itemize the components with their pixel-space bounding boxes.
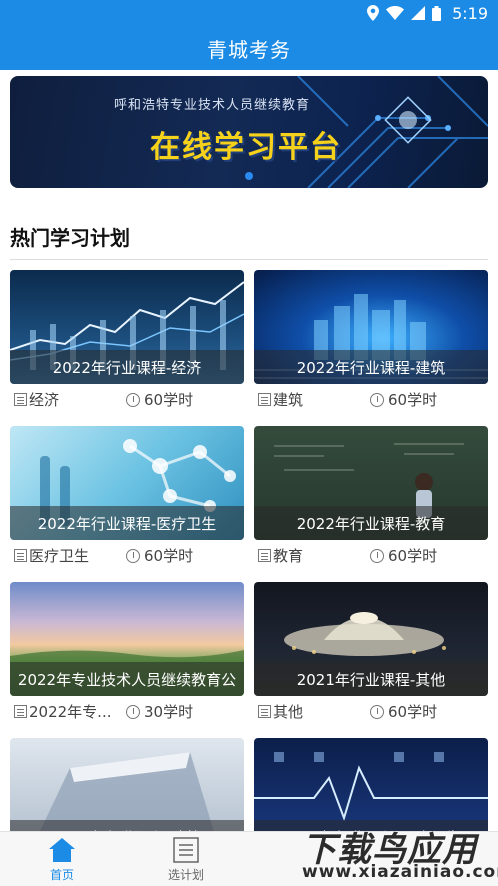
card-meta: 经济 60学时: [10, 389, 244, 411]
clock-icon: [126, 704, 140, 719]
app-bar: 青城考务: [0, 26, 498, 70]
card-category: 2022年专...: [29, 703, 112, 721]
card-title: 2022年行业课程-教育: [254, 506, 488, 540]
banner-title: 在线学习平台: [150, 130, 342, 165]
clock-icon: [126, 548, 140, 563]
list-icon: [258, 705, 271, 718]
card-category: 医疗卫生: [29, 547, 90, 565]
study-plan-card[interactable]: 2022年行业课程-建筑 建筑 60学时: [254, 270, 488, 415]
card-image: 2022年行业课程-教育: [254, 426, 488, 540]
clock-icon: [370, 392, 384, 407]
card-category: 建筑: [273, 391, 304, 409]
card-category: 其他: [273, 703, 304, 721]
list-icon: [14, 393, 27, 406]
list-icon: [258, 549, 271, 562]
card-title: 2022年专业技术人员继续教育公: [10, 662, 244, 696]
carousel-indicator[interactable]: [245, 172, 253, 180]
card-image: 2022年专业技术人员继续教育公: [10, 582, 244, 696]
card-title: 2021年行业课程-其他: [254, 662, 488, 696]
banner-subtitle: 呼和浩特专业技术人员继续教育: [114, 98, 311, 113]
wifi-icon: [386, 6, 405, 20]
battery-icon: [432, 5, 442, 21]
clock-icon: [126, 392, 140, 407]
location-icon: [367, 5, 380, 21]
tab-label: 首页: [49, 867, 74, 882]
study-plan-card[interactable]: 2022年行业课程-医疗卫生 医疗卫生 60学时: [10, 426, 244, 571]
tab-select-plan[interactable]: 选计划: [124, 832, 248, 886]
card-image: 2022年行业课程-建筑: [254, 270, 488, 384]
clock-time: 5:19: [452, 3, 488, 23]
page-title: 青城考务: [207, 37, 291, 62]
list-icon: [14, 549, 27, 562]
promo-banner[interactable]: 呼和浩特专业技术人员继续教育 在线学习平台: [10, 76, 488, 188]
status-bar: 5:19: [0, 0, 498, 26]
clock-icon: [370, 548, 384, 563]
list-icon: [14, 705, 27, 718]
card-meta: 其他 60学时: [254, 701, 488, 723]
home-icon: [49, 837, 75, 862]
card-hours: 60学时: [144, 391, 194, 409]
card-image: 2021年行业课程-其他: [254, 582, 488, 696]
list-icon: [258, 393, 271, 406]
card-title: 2022年行业课程-医疗卫生: [10, 506, 244, 540]
study-plan-card[interactable]: 2022年行业课程-教育 教育 60学时: [254, 426, 488, 571]
card-hours: 60学时: [388, 391, 438, 409]
watermark-url: www.xiazainiao.com: [302, 862, 498, 882]
card-image: 2022年行业课程-医疗卫生: [10, 426, 244, 540]
card-hours: 30学时: [144, 703, 194, 721]
tab-label: 选计划: [167, 867, 204, 882]
watermark: 下载鸟应用 www.xiazainiao.com: [296, 822, 498, 886]
card-title: 2022年行业课程-经济: [10, 350, 244, 384]
card-hours: 60学时: [388, 547, 438, 565]
card-title: 2022年行业课程-建筑: [254, 350, 488, 384]
card-hours: 60学时: [144, 547, 194, 565]
study-plan-card[interactable]: 2022年专业技术人员继续教育公 2022年专... 30学时: [10, 582, 244, 727]
card-meta: 教育 60学时: [254, 545, 488, 567]
tab-home[interactable]: 首页: [0, 832, 124, 886]
signal-icon: [411, 6, 426, 20]
card-image: 2022年行业课程-经济: [10, 270, 244, 384]
card-meta: 建筑 60学时: [254, 389, 488, 411]
study-plan-card[interactable]: 2021年行业课程-其他 其他 60学时: [254, 582, 488, 727]
card-hours: 60学时: [388, 703, 438, 721]
card-meta: 2022年专... 30学时: [10, 701, 244, 723]
list-icon: [173, 836, 199, 863]
card-category: 经济: [29, 391, 60, 409]
study-plan-card[interactable]: 2022年行业课程-经济 经济 60学时: [10, 270, 244, 415]
section-title: 热门学习计划: [10, 226, 130, 250]
section-divider: [10, 259, 488, 260]
card-meta: 医疗卫生 60学时: [10, 545, 244, 567]
card-category: 教育: [273, 547, 304, 565]
clock-icon: [370, 704, 384, 719]
